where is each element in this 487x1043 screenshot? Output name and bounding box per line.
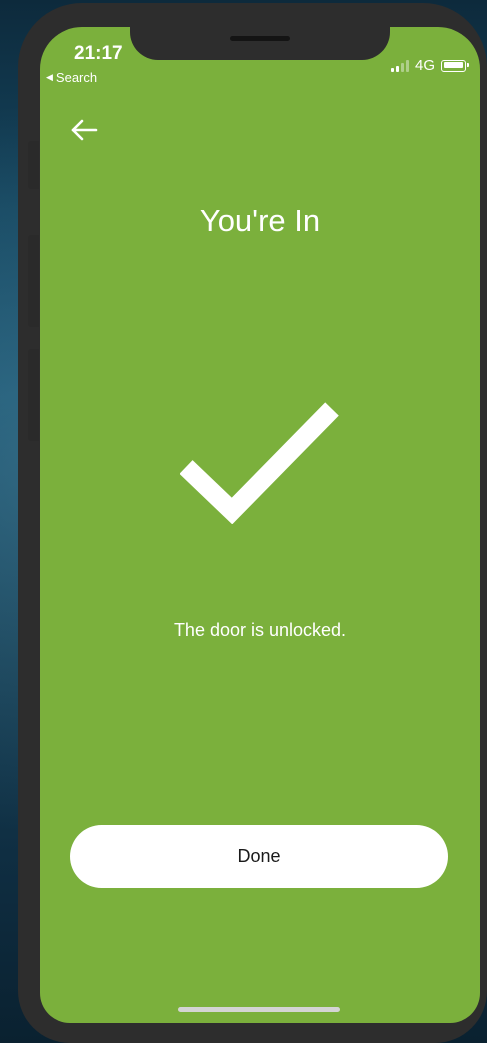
volume-up-button [28,235,39,327]
status-indicators: 4G [390,57,469,74]
status-time: 21:17 [74,43,123,64]
checkmark-icon [180,402,339,524]
back-triangle-icon: ◀ [46,72,53,82]
unlock-status-message: The door is unlocked. [173,620,347,640]
volume-down-button [28,349,39,441]
earpiece-speaker [230,36,290,41]
battery-icon [441,59,469,72]
device-notch [130,27,390,60]
mute-switch [28,141,39,189]
home-indicator[interactable] [178,1007,340,1012]
arrow-left-icon[interactable] [70,119,98,141]
back-to-app-label: Search [55,70,98,85]
network-type: 4G [414,57,435,74]
app-screen: 21:17 ◀ Search 4G You're In The door is … [40,27,480,1023]
cellular-signal-icon [390,59,409,72]
back-to-app-link[interactable]: ◀ Search [46,70,97,85]
done-button[interactable]: Done [70,825,448,888]
page-title: You're In [199,203,321,238]
